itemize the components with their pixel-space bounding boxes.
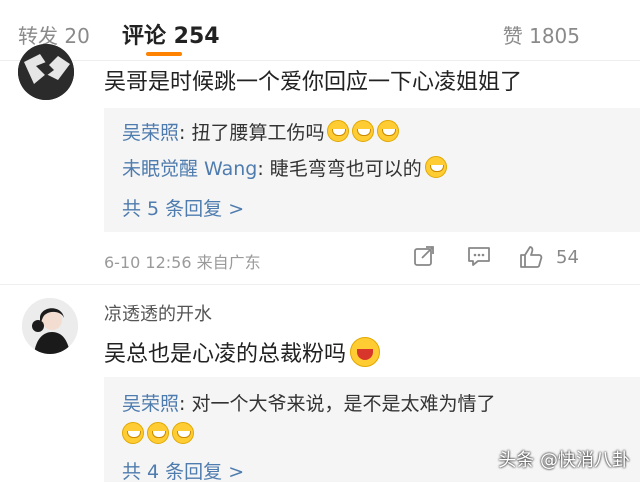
reply-emoji-row [119, 422, 194, 446]
share-button[interactable] [412, 244, 436, 270]
avatar-logo-icon [18, 44, 74, 100]
avatar-photo-icon [22, 298, 78, 354]
reply-box: 吴荣照: 扭了腰算工伤吗 未眠觉醒 Wang: 睫毛弯弯也可以的 共 5 条回复… [104, 108, 640, 232]
avatar[interactable] [22, 298, 78, 354]
laugh-emoji-icon [122, 422, 144, 444]
laugh-emoji-icon [377, 120, 400, 142]
reply-text: : 睫毛弯弯也可以的 [257, 158, 422, 180]
reply-item[interactable]: 未眠觉醒 Wang: 睫毛弯弯也可以的 [122, 154, 447, 181]
avatar[interactable] [18, 44, 74, 100]
watermark: 头条 @快消八卦 [498, 450, 630, 471]
comment-tabs: 转发 20 评论 254 赞 1805 [0, 0, 640, 61]
more-replies-link[interactable]: 共 4 条回复 > [122, 457, 244, 484]
laugh-emoji-icon [352, 120, 375, 142]
reply-text: : 对一个大爷来说，是不是太难为情了 [179, 393, 496, 415]
comment-icon [468, 247, 490, 266]
comment-text: 吴总也是心凌的总裁粉吗 [104, 336, 381, 368]
comment-meta: 6-10 12:56 来自广东 [104, 253, 261, 272]
reply-item[interactable]: 吴荣照: 扭了腰算工伤吗 [122, 118, 400, 145]
comment-text: 吴哥是时候跳一个爱你回应一下心凌姐姐了 [104, 70, 523, 95]
more-replies-link[interactable]: 共 5 条回复 > [122, 194, 244, 221]
like-button[interactable] [518, 244, 544, 270]
laugh-emoji-icon [350, 337, 381, 367]
like-count: 54 [556, 247, 579, 268]
reply-username[interactable]: 吴荣照 [122, 393, 179, 415]
reply-username[interactable]: 吴荣照 [122, 122, 179, 144]
reply-username[interactable]: 未眠觉醒 Wang [122, 158, 257, 180]
laugh-emoji-icon [172, 422, 194, 444]
comment-button[interactable] [466, 244, 492, 270]
laugh-emoji-icon [147, 422, 169, 444]
reply-text: : 扭了腰算工伤吗 [179, 122, 325, 144]
tab-likes[interactable]: 赞 1805 [503, 20, 580, 49]
laugh-emoji-icon [424, 156, 447, 178]
active-tab-indicator [146, 52, 182, 56]
laugh-emoji-icon [327, 120, 350, 142]
share-icon [414, 246, 434, 266]
comment-username[interactable]: 凉透透的开水 [104, 300, 212, 326]
thumbs-up-icon [520, 246, 543, 268]
comment-divider [0, 284, 640, 285]
tab-comments-label: 评论 254 [122, 24, 220, 49]
tab-comments[interactable]: 评论 254 [122, 18, 220, 56]
comment-text-content: 吴总也是心凌的总裁粉吗 [104, 342, 347, 367]
reply-item[interactable]: 吴荣照: 对一个大爷来说，是不是太难为情了 [122, 389, 495, 416]
